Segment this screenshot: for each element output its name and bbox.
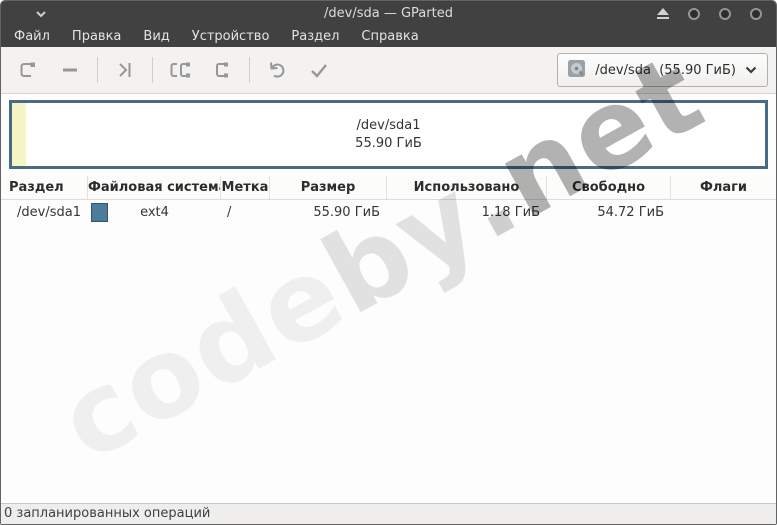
column-header-label[interactable]: Метка — [221, 176, 270, 199]
menubar: Файл Правка Вид Устройство Раздел Справк… — [1, 26, 776, 47]
column-header-free[interactable]: Свободно — [547, 176, 671, 199]
filesystem-color-swatch — [91, 203, 108, 222]
column-header-filesystem[interactable]: Файловая система — [88, 176, 221, 199]
cell-used: 1.18 ГиБ — [481, 205, 540, 220]
maximize-button[interactable] — [719, 7, 731, 20]
toolbar: /dev/sda (55.90 ГиБ) — [1, 47, 776, 94]
close-button[interactable] — [750, 7, 762, 20]
toolbar-separator — [97, 57, 98, 83]
paste-icon — [211, 59, 233, 81]
cell-free: 54.72 ГиБ — [597, 205, 664, 220]
cell-size: 55.90 ГиБ — [313, 205, 380, 220]
paste-button[interactable] — [205, 53, 239, 87]
eject-icon[interactable] — [657, 8, 669, 19]
gparted-window: /dev/sda — GParted Файл Правка Вид Устро… — [0, 0, 777, 525]
toolbar-separator — [152, 57, 153, 83]
hard-drive-icon — [567, 59, 586, 82]
new-partition-button[interactable] — [11, 53, 45, 87]
table-empty-area — [1, 225, 776, 503]
partition-box-labels: /dev/sda1 55.90 ГиБ — [355, 117, 422, 153]
minimize-button[interactable] — [688, 7, 700, 20]
device-selector[interactable]: /dev/sda (55.90 ГиБ) — [557, 53, 768, 87]
cell-flags — [671, 200, 776, 225]
window-controls — [657, 7, 776, 20]
partition-size: 55.90 ГиБ — [355, 135, 422, 151]
filesystem-name: ext4 — [140, 205, 169, 220]
column-header-size[interactable]: Размер — [270, 176, 387, 199]
undo-button[interactable] — [260, 53, 294, 87]
delete-partition-icon — [59, 59, 81, 81]
cell-label: / — [227, 205, 232, 220]
table-row[interactable]: /dev/sda1 ext4 / 55.90 ГиБ 1.18 ГиБ 54.7… — [1, 200, 776, 225]
chevron-down-icon — [745, 63, 757, 78]
partition-table: Раздел Файловая система Метка Размер Исп… — [1, 176, 776, 503]
titlebar: /dev/sda — GParted — [1, 1, 776, 26]
copy-icon — [168, 59, 192, 81]
apply-icon — [308, 59, 330, 81]
menu-item-help[interactable]: Справка — [350, 26, 429, 47]
partition-box[interactable]: /dev/sda1 55.90 ГиБ — [9, 100, 768, 169]
undo-icon — [266, 59, 288, 81]
cell-partition: /dev/sda1 — [17, 205, 81, 220]
delete-partition-button[interactable] — [53, 53, 87, 87]
menu-item-edit[interactable]: Правка — [61, 26, 132, 47]
menu-item-partition[interactable]: Раздел — [280, 26, 350, 47]
column-header-partition[interactable]: Раздел — [1, 176, 88, 199]
resize-move-button[interactable] — [108, 53, 142, 87]
menu-item-device[interactable]: Устройство — [181, 26, 281, 47]
new-partition-icon — [17, 59, 39, 81]
device-selector-label: /dev/sda (55.90 ГиБ) — [595, 62, 736, 78]
used-space-indicator — [12, 103, 26, 166]
statusbar: 0 запланированных операций — [1, 503, 776, 524]
column-header-flags[interactable]: Флаги — [671, 176, 776, 199]
menu-item-view[interactable]: Вид — [132, 26, 180, 47]
partition-name: /dev/sda1 — [356, 117, 421, 133]
column-header-used[interactable]: Использовано — [387, 176, 547, 199]
apply-button[interactable] — [302, 53, 336, 87]
copy-button[interactable] — [163, 53, 197, 87]
resize-move-icon — [114, 59, 136, 81]
menu-item-file[interactable]: Файл — [3, 26, 61, 47]
table-header: Раздел Файловая система Метка Размер Исп… — [1, 176, 776, 200]
toolbar-separator — [249, 57, 250, 83]
partition-visual-panel: /dev/sda1 55.90 ГиБ — [1, 94, 776, 176]
chevron-down-icon[interactable] — [35, 10, 47, 18]
cell-filesystem: ext4 — [88, 200, 221, 225]
